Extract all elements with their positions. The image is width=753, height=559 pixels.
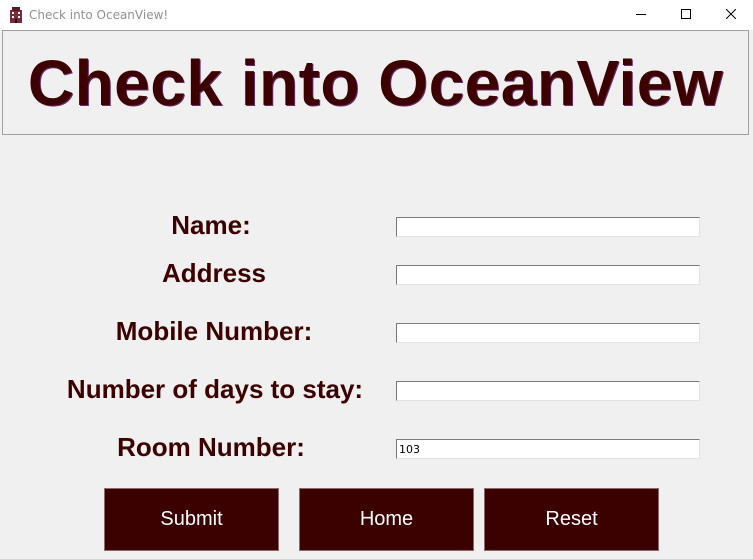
address-label: Address	[161, 258, 267, 288]
header-banner: Check into OceanView	[2, 30, 749, 135]
submit-button[interactable]: Submit	[104, 488, 279, 551]
name-label: Name:	[171, 210, 251, 240]
room-number-label: Room Number:	[117, 432, 305, 462]
home-button[interactable]: Home	[299, 488, 474, 551]
name-input[interactable]	[396, 217, 700, 237]
minimize-icon	[635, 6, 646, 24]
mobile-number-input[interactable]	[396, 323, 700, 343]
page-title: Check into OceanView	[27, 46, 724, 119]
window-titlebar[interactable]: Check into OceanView!	[0, 0, 753, 30]
window-title: Check into OceanView!	[29, 8, 169, 22]
days-to-stay-input[interactable]	[396, 381, 700, 401]
minimize-button[interactable]	[618, 0, 663, 30]
room-number-input[interactable]	[396, 439, 700, 459]
maximize-button[interactable]	[663, 0, 708, 30]
reset-button[interactable]: Reset	[484, 488, 659, 551]
close-icon	[725, 6, 736, 24]
mobile-number-label: Mobile Number:	[115, 316, 313, 346]
hotel-icon	[9, 7, 23, 23]
maximize-icon	[680, 6, 691, 24]
days-to-stay-label: Number of days to stay:	[66, 374, 364, 404]
close-button[interactable]	[708, 0, 753, 30]
address-input[interactable]	[396, 265, 700, 285]
